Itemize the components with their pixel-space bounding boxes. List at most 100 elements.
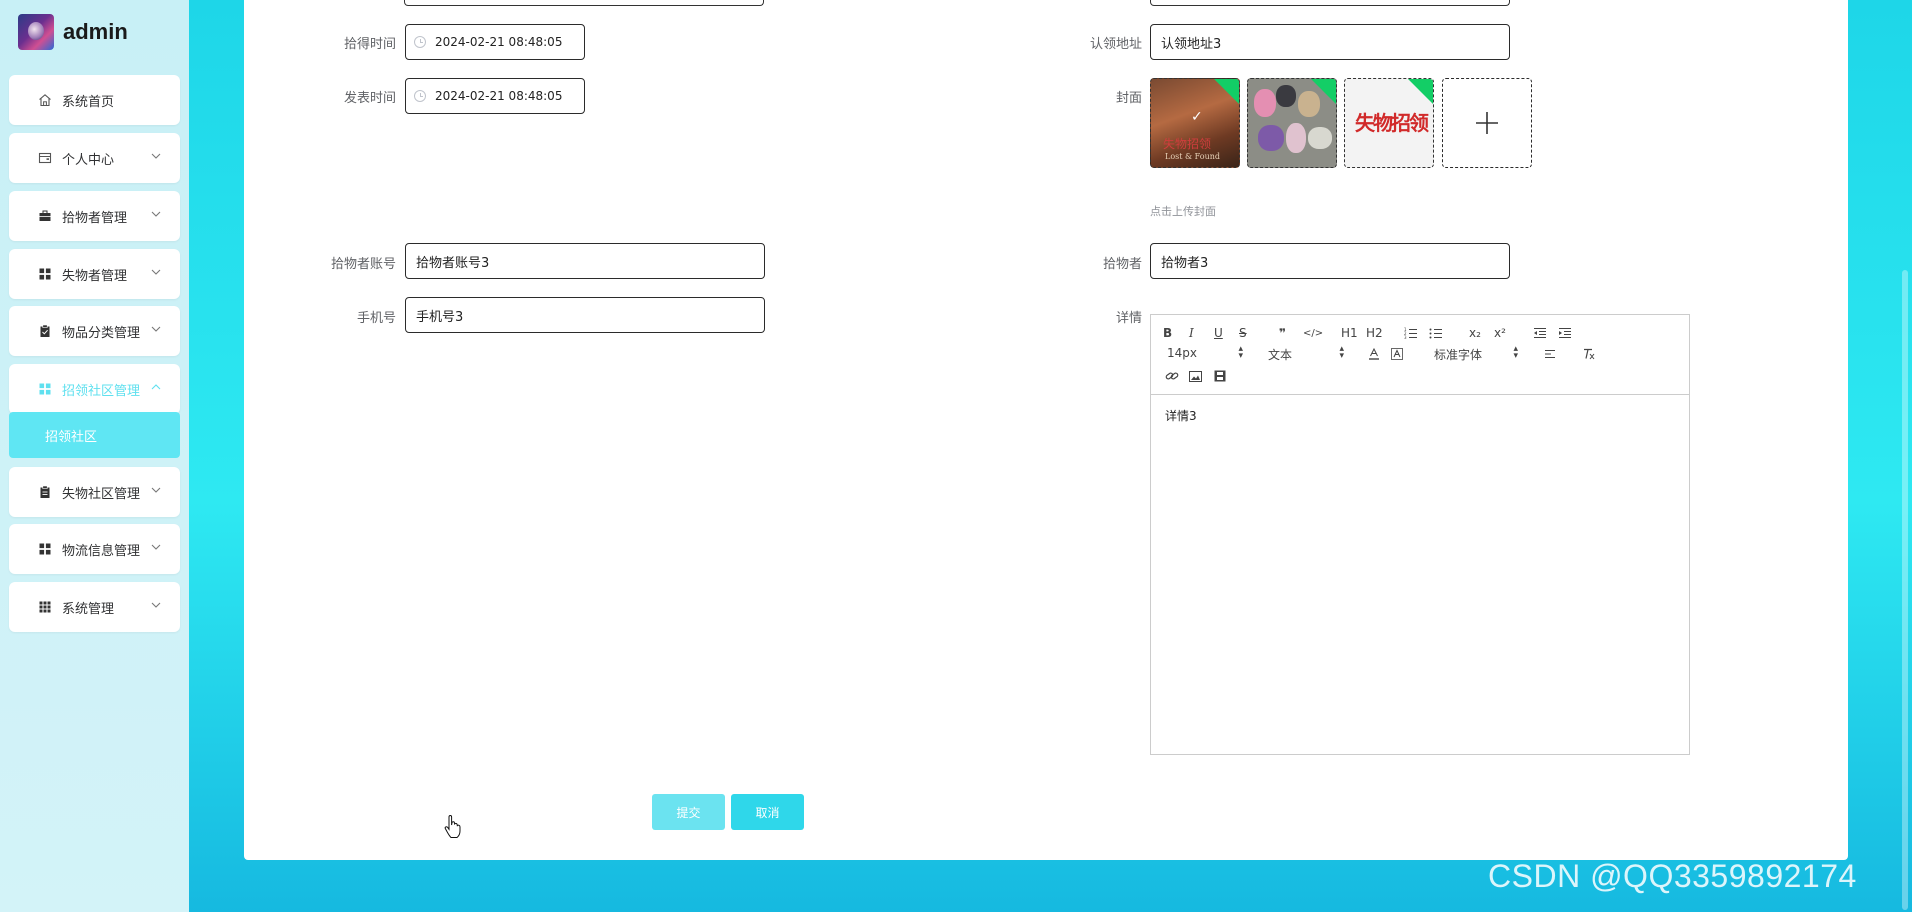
input-cut-off[interactable] xyxy=(1150,0,1510,6)
sidebar-item-claim-community-management[interactable]: 招领社区管理 xyxy=(9,364,180,414)
form-card: 拾得时间 2024-02-21 08:48:05 认领地址 发表时间 2024-… xyxy=(244,0,1848,860)
sidebar-item-label: 系统首页 xyxy=(62,94,115,110)
h1-button[interactable]: H1 xyxy=(1341,325,1358,341)
ordered-list-icon[interactable]: 123 xyxy=(1404,325,1418,341)
clock-icon xyxy=(414,90,426,102)
chevron-down-icon xyxy=(150,208,162,220)
chevron-down-icon xyxy=(150,323,162,335)
cover-image-1-text: 失物招领 xyxy=(1163,137,1212,151)
pickup-time-picker[interactable]: 2024-02-21 08:48:05 xyxy=(405,24,585,60)
grid-icon xyxy=(37,266,53,282)
cover-upload-tip: 点击上传封面 xyxy=(1150,205,1216,218)
sidebar-item-home[interactable]: 系统首页 xyxy=(9,75,180,125)
sidebar-item-system-management[interactable]: 系统管理 xyxy=(9,582,180,632)
indent-icon[interactable] xyxy=(1558,325,1572,341)
check-icon: ✓ xyxy=(1191,109,1203,125)
chevron-down-icon xyxy=(150,599,162,611)
sidebar-item-category-management[interactable]: 物品分类管理 xyxy=(9,306,180,356)
sidebar-item-logistics-management[interactable]: 物流信息管理 xyxy=(9,524,180,574)
sidebar-item-label: 物品分类管理 xyxy=(62,325,141,341)
finder-input[interactable] xyxy=(1150,243,1510,279)
h2-button[interactable]: H2 xyxy=(1366,325,1383,341)
phone-input[interactable] xyxy=(405,297,765,333)
cover-image-1[interactable]: ✓ 失物招领 Lost & Found xyxy=(1150,78,1240,168)
header-value: 文本 xyxy=(1268,348,1293,362)
chevron-up-icon xyxy=(150,381,162,393)
bullet-list-icon[interactable] xyxy=(1429,325,1443,341)
pickup-time-label: 拾得时间 xyxy=(343,37,396,52)
bold-button[interactable]: B xyxy=(1163,325,1172,341)
photo-blob xyxy=(1298,91,1320,117)
chevron-down-icon xyxy=(150,484,162,496)
pickup-time-value: 2024-02-21 08:48:05 xyxy=(435,35,563,49)
photo-blob xyxy=(1276,85,1296,107)
sidebar-item-label: 拾物者管理 xyxy=(62,210,128,226)
outdent-icon[interactable] xyxy=(1533,325,1547,341)
quote-button[interactable]: ❞ xyxy=(1279,325,1286,341)
claim-address-input[interactable] xyxy=(1150,24,1510,60)
cancel-button[interactable]: 取消 xyxy=(731,794,804,830)
select-caret-icon: ▴ ▾ xyxy=(1339,344,1344,361)
subscript-button[interactable]: x₂ xyxy=(1469,325,1481,341)
image-icon[interactable] xyxy=(1189,368,1202,384)
editor-toolbar: B I U S ❞ </> H1 H2 123 x₂ x² 14px ▴ ▾ 文… xyxy=(1151,315,1689,395)
finder-account-label: 拾物者账号 xyxy=(330,257,396,272)
photo-blob xyxy=(1308,127,1332,149)
sidebar-item-label: 物流信息管理 xyxy=(62,543,141,559)
sidebar: admin 系统首页 个人中心 拾物者管理 失物者管理 物品分类管理 招领社区管… xyxy=(0,0,189,912)
cover-image-3-text: 失物招领 xyxy=(1355,111,1429,135)
publish-time-value: 2024-02-21 08:48:05 xyxy=(435,89,563,103)
font-size-value: 14px xyxy=(1167,346,1197,360)
details-label: 详情 xyxy=(1115,311,1142,326)
sidebar-item-personal-center[interactable]: 个人中心 xyxy=(9,133,180,183)
sidebar-subitem-claim-community[interactable]: 招领社区 xyxy=(9,412,180,458)
sidebar-item-loser-management[interactable]: 失物者管理 xyxy=(9,249,180,299)
clear-format-icon[interactable] xyxy=(1582,346,1596,362)
upload-success-flag xyxy=(1407,79,1433,107)
strike-button[interactable]: S xyxy=(1239,325,1247,341)
brand-name: admin xyxy=(63,19,128,44)
select-caret-icon: ▴ ▾ xyxy=(1238,344,1243,361)
claim-address-label: 认领地址 xyxy=(1089,37,1142,52)
phone-label: 手机号 xyxy=(356,311,396,326)
text-color-icon[interactable] xyxy=(1368,346,1380,362)
submit-button[interactable]: 提交 xyxy=(652,794,725,830)
video-icon[interactable] xyxy=(1214,368,1226,384)
cover-image-1-subtext: Lost & Found xyxy=(1165,152,1221,161)
clock-icon xyxy=(414,36,426,48)
editor-content[interactable]: 详情3 xyxy=(1151,395,1689,436)
input-cut-off[interactable] xyxy=(404,0,764,6)
underline-button[interactable]: U xyxy=(1214,325,1223,341)
cover-image-3[interactable]: 失物招领 xyxy=(1344,78,1434,168)
chevron-down-icon xyxy=(150,541,162,553)
page-scrollbar-thumb[interactable] xyxy=(1902,270,1908,910)
code-button[interactable]: </> xyxy=(1303,325,1323,341)
finder-account-input[interactable] xyxy=(405,243,765,279)
superscript-button[interactable]: x² xyxy=(1494,325,1506,341)
align-icon[interactable] xyxy=(1544,346,1556,362)
clipboard-icon xyxy=(37,323,53,339)
watermark: CSDN @QQ3359892174 xyxy=(1488,858,1857,894)
font-size-select[interactable]: 14px ▴ ▾ xyxy=(1167,344,1243,362)
svg-text:3: 3 xyxy=(1404,335,1407,339)
font-family-select[interactable]: 标准字体 ▴ ▾ xyxy=(1434,344,1518,363)
select-caret-icon: ▴ ▾ xyxy=(1513,344,1518,361)
photo-blob xyxy=(1254,89,1276,117)
sidebar-item-label: 个人中心 xyxy=(62,152,115,168)
sidebar-item-finder-management[interactable]: 拾物者管理 xyxy=(9,191,180,241)
sidebar-item-label: 系统管理 xyxy=(62,601,115,617)
publish-time-picker[interactable]: 2024-02-21 08:48:05 xyxy=(405,78,585,114)
header-select[interactable]: 文本 ▴ ▾ xyxy=(1268,344,1344,363)
sidebar-item-label: 失物社区管理 xyxy=(62,486,141,502)
publish-time-label: 发表时间 xyxy=(343,91,396,106)
cover-image-2[interactable] xyxy=(1247,78,1337,168)
grid-icon xyxy=(37,381,53,397)
background-color-icon[interactable] xyxy=(1391,346,1403,362)
cover-upload-button[interactable] xyxy=(1442,78,1532,168)
link-icon[interactable] xyxy=(1165,368,1179,384)
sidebar-item-lost-community-management[interactable]: 失物社区管理 xyxy=(9,467,180,517)
italic-button[interactable]: I xyxy=(1189,325,1194,341)
sidebar-item-label: 失物者管理 xyxy=(62,268,128,284)
plus-icon xyxy=(1474,110,1500,136)
brand: admin xyxy=(18,14,128,50)
